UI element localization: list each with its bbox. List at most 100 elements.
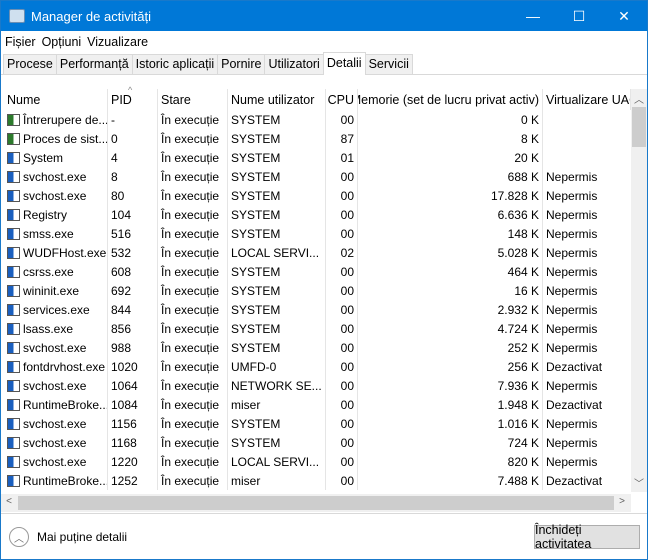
table-row[interactable]: wininit.exe 692 În execuție SYSTEM 00 16 K Nep… — [4, 281, 631, 300]
cell-name: svchost.exe — [4, 338, 108, 357]
menu-options[interactable]: Opțiuni — [42, 35, 82, 49]
process-icon — [7, 417, 20, 430]
title-bar: Manager de activități — ☐ ✕ — [1, 1, 647, 31]
cell-uac: Dezactivat — [546, 473, 603, 488]
column-header-memory[interactable]: Memorie (set de lucru privat activ) — [358, 89, 543, 110]
cell-pid: 80 — [108, 186, 158, 205]
cell-status: În execuție — [158, 319, 228, 338]
column-header-status[interactable]: Stare — [158, 89, 228, 110]
process-name: System — [23, 150, 64, 165]
column-header-name[interactable]: Nume — [4, 89, 108, 110]
table-row[interactable]: WUDFHost.exe 532 În execuție LOCAL SERVI...… — [4, 243, 631, 262]
cell-memory: 724 K — [358, 433, 543, 452]
fewer-details-button[interactable]: ︿ Mai puține detalii — [9, 527, 127, 547]
cell-username: LOCAL SERVI... — [228, 243, 326, 262]
close-button[interactable]: ✕ — [601, 1, 647, 31]
cell-status: În execuție — [158, 205, 228, 224]
cell-cpu: 00 — [326, 300, 358, 319]
cell-memory: 17.828 K — [358, 186, 543, 205]
table-row[interactable]: svchost.exe 1064 În execuție NETWORK SE... 0… — [4, 376, 631, 395]
process-icon — [7, 189, 20, 202]
tab-details[interactable]: Detalii — [322, 52, 366, 75]
table-row[interactable]: smss.exe 516 În execuție SYSTEM 00 148 K Neper… — [4, 224, 631, 243]
table-row[interactable]: Proces de sist... 0 În execuție SYSTEM 87 8 K — [4, 129, 631, 148]
cell-name: svchost.exe — [4, 414, 108, 433]
cell-uac: Dezactivat — [546, 359, 603, 374]
cell-cpu: 00 — [326, 376, 358, 395]
column-header-cpu[interactable]: CPU — [326, 89, 358, 110]
table-row[interactable]: services.exe 844 În execuție SYSTEM 00 2.932 … — [4, 300, 631, 319]
column-header-uac[interactable]: Virtualizare UAC — [543, 89, 631, 110]
table-row[interactable]: csrss.exe 608 În execuție SYSTEM 00 464 K Nepe… — [4, 262, 631, 281]
table-row[interactable]: Întrerupere de... - În execuție SYSTEM 00 0 K — [4, 110, 631, 129]
column-header-pid[interactable]: PID — [108, 89, 158, 110]
cell-name: services.exe — [4, 300, 108, 319]
tab-startup[interactable]: Pornire — [217, 54, 265, 75]
cell-cpu: 00 — [326, 395, 358, 414]
cell-status: În execuție — [158, 243, 228, 262]
process-icon — [7, 246, 20, 259]
process-name: svchost.exe — [23, 340, 87, 355]
menu-view[interactable]: Vizualizare — [87, 35, 148, 49]
cell-username: NETWORK SE... — [228, 376, 326, 395]
table-row[interactable]: svchost.exe 1220 În execuție LOCAL SERVI...… — [4, 452, 631, 471]
table-row[interactable]: Registry 104 În execuție SYSTEM 00 6.636 K Nep… — [4, 205, 631, 224]
tab-users[interactable]: Utilizatori — [264, 54, 323, 75]
cell-status: În execuție — [158, 471, 228, 490]
cell-cpu: 00 — [326, 186, 358, 205]
table-row[interactable]: fontdrvhost.exe 1020 În execuție UMFD-0 00 25… — [4, 357, 631, 376]
cell-memory: 4.724 K — [358, 319, 543, 338]
cell-uac: Nepermis — [546, 378, 598, 393]
menu-file[interactable]: Fișier — [5, 35, 36, 49]
table-row[interactable]: lsass.exe 856 În execuție SYSTEM 00 4.724 K Ne… — [4, 319, 631, 338]
table-row[interactable]: RuntimeBroke... 1084 În execuție miser 00 1.9… — [4, 395, 631, 414]
tab-performance[interactable]: Performanță — [55, 54, 132, 75]
cell-uac: Nepermis — [546, 245, 598, 260]
cell-cpu: 00 — [326, 262, 358, 281]
scroll-right-icon[interactable]: > — [614, 496, 630, 507]
scroll-up-icon[interactable]: ︿ — [631, 91, 647, 106]
cell-memory: 2.932 K — [358, 300, 543, 319]
cell-cpu: 00 — [326, 319, 358, 338]
table-row[interactable]: System 4 În execuție SYSTEM 01 20 K — [4, 148, 631, 167]
table-row[interactable]: svchost.exe 988 În execuție SYSTEM 00 252 K Ne… — [4, 338, 631, 357]
cell-username: SYSTEM — [228, 281, 326, 300]
table-row[interactable]: svchost.exe 1168 În execuție SYSTEM 00 724 KN… — [4, 433, 631, 452]
horizontal-scrollbar[interactable]: < > — [1, 494, 631, 512]
process-name: Proces de sist... — [23, 131, 108, 146]
minimize-button[interactable]: — — [510, 1, 556, 31]
column-header-username[interactable]: Nume utilizator — [228, 89, 326, 110]
cell-memory: 252 K — [358, 338, 543, 357]
cell-uac: Nepermis — [546, 188, 598, 203]
horizontal-scroll-thumb[interactable] — [18, 496, 614, 510]
cell-status: În execuție — [158, 414, 228, 433]
process-icon — [7, 170, 20, 183]
scroll-left-icon[interactable]: < — [1, 496, 17, 507]
table-row[interactable]: RuntimeBroke... 1252 În execuție miser 00 7.4… — [4, 471, 631, 490]
tab-processes[interactable]: Procese — [3, 54, 56, 75]
end-task-button[interactable]: Închideți activitatea — [534, 523, 640, 551]
table-row[interactable]: svchost.exe 80 În execuție SYSTEM 00 17.828 K… — [4, 186, 631, 205]
process-icon — [7, 113, 20, 126]
tab-services[interactable]: Servicii — [365, 54, 413, 75]
vertical-scrollbar[interactable]: ︿ ﹀ — [631, 89, 647, 492]
cell-username: SYSTEM — [228, 338, 326, 357]
scroll-down-icon[interactable]: ﹀ — [631, 475, 647, 490]
cell-pid: 1252 — [108, 471, 158, 490]
cell-uac: Nepermis — [546, 169, 598, 184]
cell-status: În execuție — [158, 300, 228, 319]
process-icon — [7, 227, 20, 240]
vertical-scroll-thumb[interactable] — [632, 107, 646, 147]
cell-pid: 8 — [108, 167, 158, 186]
cell-name: smss.exe — [4, 224, 108, 243]
cell-name: RuntimeBroke... — [4, 395, 108, 414]
cell-username: miser — [228, 471, 326, 490]
table-row[interactable]: svchost.exe 8 În execuție SYSTEM 00 688 K Nepe… — [4, 167, 631, 186]
cell-pid: 1220 — [108, 452, 158, 471]
maximize-button[interactable]: ☐ — [556, 1, 602, 31]
table-row[interactable]: svchost.exe 1156 În execuție SYSTEM 00 1.016 … — [4, 414, 631, 433]
tab-app-history[interactable]: Istoric aplicații — [131, 54, 218, 75]
process-name: lsass.exe — [23, 321, 74, 336]
cell-uac: Nepermis — [546, 283, 598, 298]
cell-pid: 516 — [108, 224, 158, 243]
